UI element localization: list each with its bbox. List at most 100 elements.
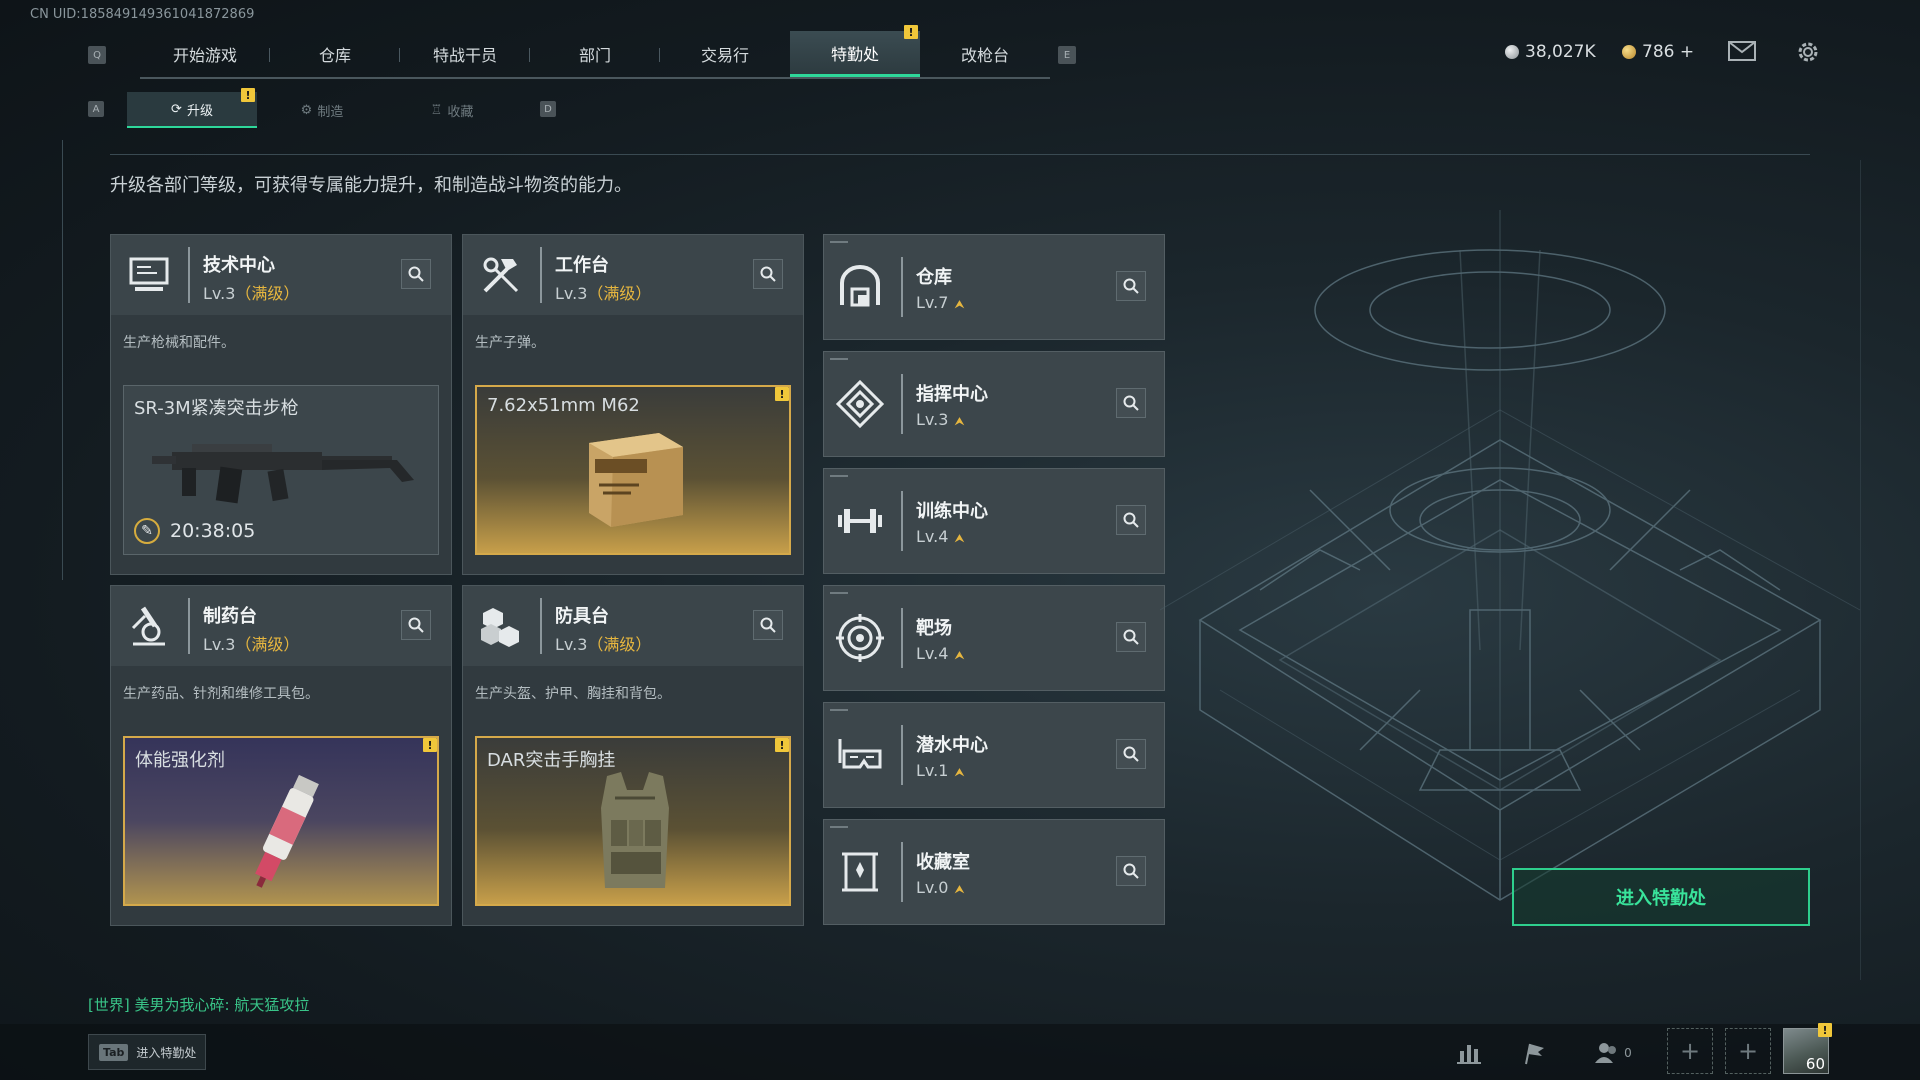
command-icon: [835, 379, 885, 429]
mail-icon[interactable]: [1728, 40, 1756, 66]
facility-level: Lv.4 ⮝: [916, 527, 965, 546]
search-icon: [408, 617, 424, 633]
search-button[interactable]: [1116, 739, 1146, 769]
search-icon: [1123, 863, 1139, 879]
product-name: 7.62x51mm M62: [487, 395, 640, 416]
alert-badge: !: [423, 738, 437, 752]
facility-level: Lv.3 ⮝: [916, 410, 965, 429]
search-button[interactable]: [1116, 388, 1146, 418]
friends-icon[interactable]: 0: [1588, 1036, 1638, 1070]
tab-gunsmith[interactable]: 改枪台: [920, 31, 1050, 77]
subtab-collection[interactable]: ♖ 收藏: [387, 92, 517, 128]
tab-trading[interactable]: 交易行: [660, 31, 790, 77]
department-card-armory[interactable]: 防具台 Lv.3（满级） 生产头盔、护甲、胸挂和背包。 ! DAR突击手胸挂: [462, 585, 804, 926]
facility-title: 训练中心: [916, 501, 988, 522]
facility-row-warehouse[interactable]: 仓库 Lv.7 ⮝: [823, 234, 1165, 340]
subtab-label: 收藏: [447, 104, 474, 120]
level-value: Lv.4: [916, 527, 949, 546]
silver-coin-icon: [1505, 45, 1519, 59]
top-navigation: 开始游戏 仓库 特战干员 部门 交易行 特勤处 ! 改枪台: [140, 25, 1050, 79]
add-slot-button[interactable]: +: [1667, 1028, 1713, 1074]
alert-badge: !: [1818, 1023, 1832, 1037]
divider: [540, 247, 542, 303]
tab-label: 改枪台: [960, 46, 1009, 65]
search-icon: [760, 266, 776, 282]
divider: [901, 257, 903, 317]
facility-level: Lv.0 ⮝: [916, 878, 965, 897]
tab-label: 部门: [578, 46, 611, 65]
maxed-tag: （满级）: [235, 284, 300, 303]
product-slot[interactable]: ! 体能强化剂: [123, 736, 439, 906]
flag-icon[interactable]: [1516, 1036, 1550, 1070]
search-button[interactable]: [1116, 271, 1146, 301]
timer-value: 20:38:05: [170, 520, 256, 542]
microscope-icon: [125, 602, 173, 650]
search-button[interactable]: [753, 610, 783, 640]
player-avatar[interactable]: 60 !: [1783, 1023, 1832, 1074]
divider: [901, 725, 903, 785]
search-button[interactable]: [401, 259, 431, 289]
tab-label: 仓库: [318, 46, 351, 65]
silver-currency[interactable]: 38,027K: [1505, 42, 1596, 62]
department-card-workbench[interactable]: 工作台 Lv.3（满级） 生产子弹。 ! 7.62x51mm M62: [462, 234, 804, 575]
next-tab-key-hint: E: [1058, 46, 1076, 64]
world-chat-line[interactable]: [世界] 美男为我心碎: 航天猛攻拉: [88, 994, 309, 1015]
tab-label: 特战干员: [432, 46, 497, 65]
facility-title: 收藏室: [916, 852, 970, 873]
subtab-upgrade[interactable]: ⟳ 升级 !: [127, 88, 257, 128]
craft-icon: ⚙: [300, 102, 313, 118]
tab-hint-label: 进入特勤处: [136, 1045, 197, 1060]
product-name: 体能强化剂: [135, 750, 225, 771]
facility-row-collection-room[interactable]: 收藏室 Lv.0 ⮝: [823, 819, 1165, 925]
injector-icon: [255, 774, 319, 888]
facility-row-shooting-range[interactable]: 靶场 Lv.4 ⮝: [823, 585, 1165, 691]
corner-mark: [830, 241, 848, 243]
search-button[interactable]: [753, 259, 783, 289]
search-button[interactable]: [401, 610, 431, 640]
enter-special-ops-button[interactable]: 进入特勤处: [1512, 868, 1810, 926]
card-header: 技术中心 Lv.3（满级）: [111, 235, 451, 315]
department-card-tech-center[interactable]: 技术中心 Lv.3（满级） 生产枪械和配件。 SR-3M紧凑突击步枪 ✎ 20:…: [110, 234, 452, 575]
search-icon: [1123, 395, 1139, 411]
tab-department[interactable]: 部门: [530, 31, 660, 77]
product-slot[interactable]: ! 7.62x51mm M62: [475, 385, 791, 555]
divider: [901, 842, 903, 902]
stats-chart-icon[interactable]: [1452, 1036, 1486, 1070]
frame-left-line: [62, 140, 63, 580]
add-slot-button[interactable]: +: [1725, 1028, 1771, 1074]
product-slot[interactable]: SR-3M紧凑突击步枪 ✎ 20:38:05: [123, 385, 439, 555]
level-value: Lv.0: [916, 878, 949, 897]
chat-channel: [世界]: [88, 996, 130, 1014]
facility-row-diving-center[interactable]: 潜水中心 Lv.1 ⮝: [823, 702, 1165, 808]
department-card-pharmacy[interactable]: 制药台 Lv.3（满级） 生产药品、针剂和维修工具包。 ! 体能强化剂: [110, 585, 452, 926]
prev-subtab-key-hint: A: [88, 101, 104, 117]
sub-navigation: ⟳ 升级 ! ⚙ 制造 ♖ 收藏: [127, 88, 517, 128]
tab-special-ops[interactable]: 特勤处 !: [790, 25, 920, 77]
department-level: Lv.3（满级）: [555, 631, 651, 655]
settings-gear-icon[interactable]: [1794, 38, 1822, 70]
tab-start-game[interactable]: 开始游戏: [140, 31, 270, 77]
department-description: 生产子弹。: [475, 335, 545, 351]
search-button[interactable]: [1116, 622, 1146, 652]
ammo-box-icon: [589, 433, 683, 527]
alert-badge: !: [241, 88, 255, 102]
product-slot[interactable]: ! DAR突击手胸挂: [475, 736, 791, 906]
upgrade-arrow-icon: ⮝: [954, 531, 965, 545]
player-level: 60: [1805, 1055, 1825, 1073]
facility-row-command-center[interactable]: 指挥中心 Lv.3 ⮝: [823, 351, 1165, 457]
search-button[interactable]: [1116, 856, 1146, 886]
tab-key: Tab: [99, 1043, 129, 1061]
tab-operators[interactable]: 特战干员: [400, 31, 530, 77]
tab-enter-hint[interactable]: Tab 进入特勤处: [88, 1034, 206, 1070]
tab-warehouse[interactable]: 仓库: [270, 31, 400, 77]
facility-row-training-center[interactable]: 训练中心 Lv.4 ⮝: [823, 468, 1165, 574]
department-title: 技术中心: [203, 255, 275, 276]
subtab-craft[interactable]: ⚙ 制造: [257, 92, 387, 128]
level-value: Lv.3: [555, 284, 588, 303]
search-button[interactable]: [1116, 505, 1146, 535]
gold-currency[interactable]: 786 +: [1622, 42, 1694, 62]
vest-icon: [601, 772, 669, 888]
tab-label: 开始游戏: [172, 46, 237, 65]
rifle-icon: [152, 444, 414, 504]
divider: [188, 247, 190, 303]
